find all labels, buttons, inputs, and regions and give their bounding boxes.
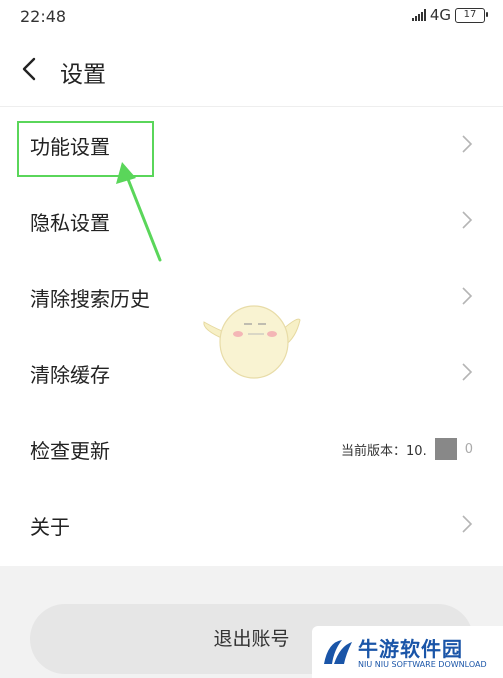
signal-icon (411, 9, 426, 21)
settings-item-label: 清除搜索历史 (30, 287, 150, 311)
settings-item-privacy[interactable]: 隐私设置 (0, 183, 503, 259)
network-type: 4G (429, 6, 451, 24)
settings-item-label: 隐私设置 (30, 211, 110, 235)
back-arrow-icon[interactable] (18, 54, 42, 84)
chevron-right-icon (462, 287, 473, 305)
settings-item-about[interactable]: 关于 (0, 487, 503, 563)
status-right: 4G 17 (411, 6, 488, 24)
version-label: 当前版本：10. (341, 443, 427, 459)
mascot-icon (203, 305, 301, 379)
chevron-right-icon (462, 363, 473, 381)
battery-icon: 17 (455, 7, 488, 23)
status-bar: 22:48 4G 17 (0, 0, 503, 34)
chevron-right-icon (462, 515, 473, 533)
settings-item-label: 关于 (30, 515, 70, 539)
page-title: 设置 (60, 62, 106, 88)
header: 设置 (0, 34, 503, 107)
version-suffix: 0 (464, 441, 473, 457)
current-version: 当前版本：10. 0 (341, 438, 473, 460)
settings-item-check-update[interactable]: 检查更新 当前版本：10. 0 (0, 411, 503, 487)
settings-item-label: 清除缓存 (30, 363, 110, 387)
watermark-subtitle: NIU NIU SOFTWARE DOWNLOAD (358, 660, 487, 669)
battery-level: 17 (463, 9, 477, 20)
chevron-right-icon (462, 211, 473, 229)
pointer-arrow-icon (116, 162, 162, 262)
settings-item-label: 检查更新 (30, 439, 110, 463)
redacted-block (434, 438, 457, 460)
watermark-name: 牛游软件园 (358, 637, 463, 661)
chevron-right-icon (462, 135, 473, 153)
watermark-logo-icon (324, 640, 352, 664)
watermark: 牛游软件园 NIU NIU SOFTWARE DOWNLOAD (312, 626, 503, 678)
status-time: 22:48 (20, 7, 67, 26)
